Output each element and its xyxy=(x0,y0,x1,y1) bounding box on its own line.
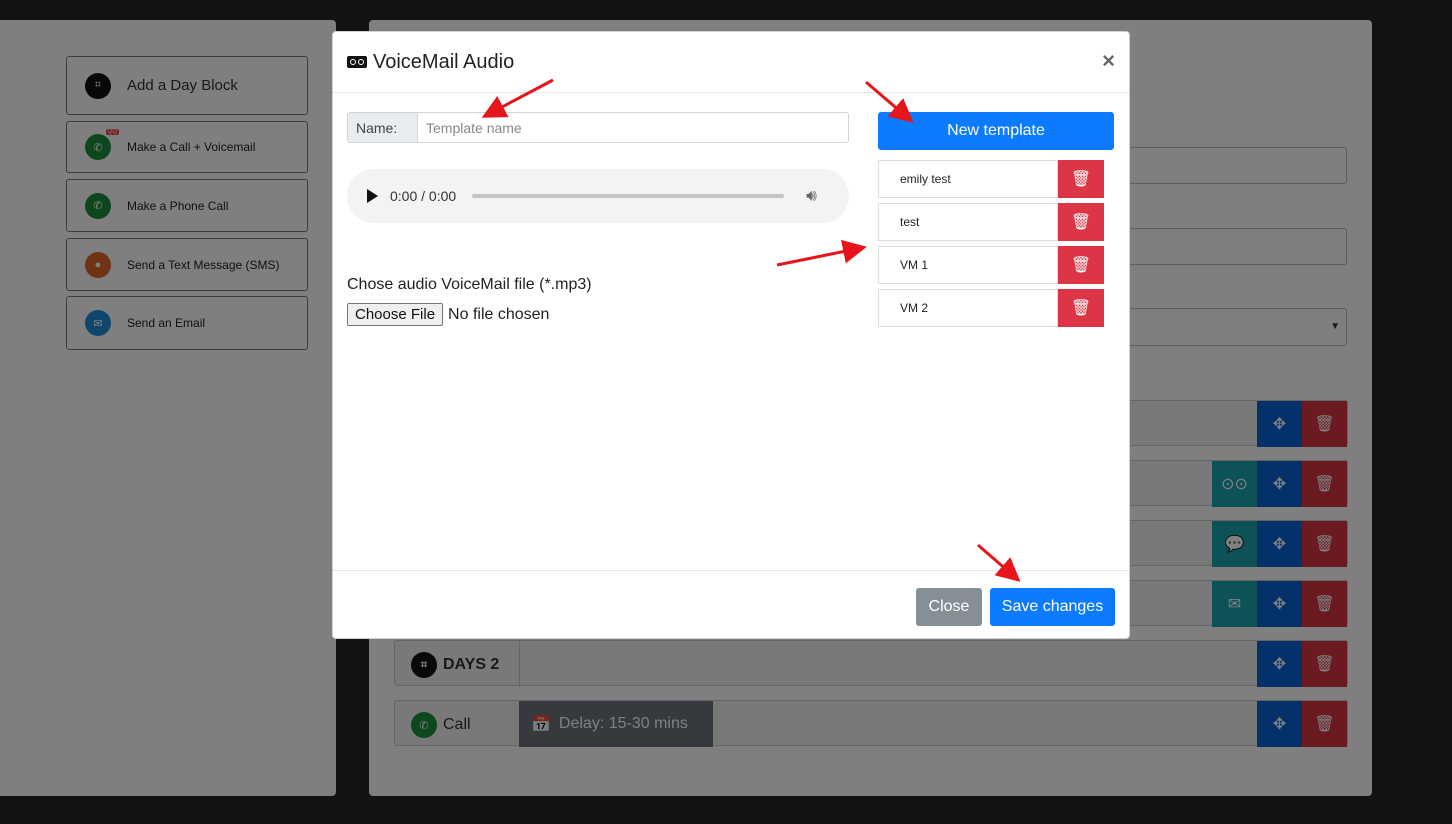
file-label: Chose audio VoiceMail file (*.mp3) xyxy=(347,276,592,293)
audio-player: 0:00 / 0:00 🔊︎ xyxy=(347,169,849,223)
close-button[interactable]: Close xyxy=(916,588,982,626)
modal-header: VoiceMail Audio × xyxy=(333,32,1129,93)
template-name[interactable]: VM 1 xyxy=(878,246,1058,284)
trash-icon[interactable]: 🗑 xyxy=(1058,246,1104,284)
file-status: No file chosen xyxy=(448,305,550,323)
template-name[interactable]: emily test xyxy=(878,160,1058,198)
play-icon[interactable] xyxy=(367,189,378,203)
template-item: test 🗑 xyxy=(878,203,1104,241)
audio-progress-bar[interactable] xyxy=(472,194,785,198)
trash-icon[interactable]: 🗑 xyxy=(1058,160,1104,198)
audio-time: 0:00 / 0:00 xyxy=(390,188,457,204)
choose-file-button[interactable]: Choose File xyxy=(347,303,444,326)
volume-icon[interactable]: 🔊︎ xyxy=(806,186,817,206)
name-label: Name: xyxy=(348,113,418,142)
file-input: Choose File No file chosen xyxy=(347,303,549,326)
template-name[interactable]: VM 2 xyxy=(878,289,1058,327)
name-input-group: Name: xyxy=(347,112,849,143)
modal-title-text: VoiceMail Audio xyxy=(373,50,515,73)
new-template-button[interactable]: New template xyxy=(878,112,1114,150)
close-icon[interactable]: × xyxy=(1102,48,1115,74)
voicemail-audio-modal: VoiceMail Audio × Name: 0:00 / 0:00 🔊︎ C… xyxy=(332,31,1130,639)
template-item: emily test 🗑 xyxy=(878,160,1104,198)
template-item: VM 2 🗑 xyxy=(878,289,1104,327)
voicemail-icon xyxy=(347,56,367,68)
template-name[interactable]: test xyxy=(878,203,1058,241)
modal-footer: Close Save changes xyxy=(333,570,1129,640)
trash-icon[interactable]: 🗑 xyxy=(1058,289,1104,327)
save-changes-button[interactable]: Save changes xyxy=(990,588,1115,626)
template-name-input[interactable] xyxy=(418,113,848,142)
template-item: VM 1 🗑 xyxy=(878,246,1104,284)
trash-icon[interactable]: 🗑 xyxy=(1058,203,1104,241)
modal-title: VoiceMail Audio xyxy=(347,51,514,74)
